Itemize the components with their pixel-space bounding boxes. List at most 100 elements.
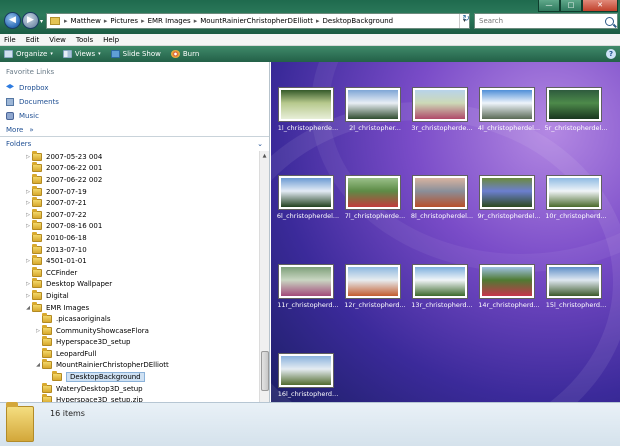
tree-item[interactable]: ◢ MountRainierChristopherDElliott [0, 359, 258, 372]
tree-scrollbar[interactable]: ▲ [259, 151, 269, 402]
tree-item[interactable]: ▷ 2007-07-19 [0, 185, 258, 198]
search-icon[interactable] [605, 16, 614, 26]
expand-arrow-icon[interactable]: ▷ [24, 281, 32, 287]
tree-item[interactable]: ◢ EMR Images [0, 301, 258, 314]
breadcrumb-separator[interactable]: ▸ [64, 17, 68, 25]
menu-view[interactable]: View [49, 36, 66, 44]
file-list-view: 1l_christopherde... 2l_christopher... 3r_c… [271, 62, 620, 402]
expand-arrow-icon[interactable]: ◢ [24, 305, 32, 311]
tree-item-label: 2010-06-18 [46, 233, 87, 242]
tree-item[interactable]: Hyperspace3D_setup.zip [0, 394, 258, 402]
menu-help[interactable]: Help [103, 36, 119, 44]
tree-item[interactable]: 2007-06-22 002 [0, 173, 258, 186]
tree-item-label: .picasaoriginals [56, 315, 111, 324]
slideshow-button[interactable]: Slide Show [110, 50, 161, 58]
minimize-button[interactable]: — [538, 0, 560, 12]
menu-file[interactable]: File [4, 36, 16, 44]
file-thumbnail[interactable]: 2l_christopher... [344, 88, 402, 132]
file-thumbnail[interactable]: 7l_christopherde... [344, 176, 405, 220]
more-links-button[interactable]: More » [6, 123, 269, 137]
favorite-music[interactable]: Music [6, 109, 269, 123]
forward-button[interactable]: ▶ [22, 12, 39, 29]
search-input[interactable] [479, 17, 599, 25]
folder-icon [52, 371, 62, 382]
file-thumbnail[interactable]: 4l_christopherdel... [478, 88, 540, 132]
tree-item[interactable]: LeopardFull [0, 347, 258, 360]
folder-icon [42, 382, 52, 393]
organize-button[interactable]: Organize ▾ [4, 50, 53, 58]
search-box[interactable] [474, 13, 618, 29]
refresh-icon[interactable]: ↻ [460, 14, 472, 28]
tree-item[interactable]: CCFinder [0, 266, 258, 279]
expand-arrow-icon[interactable]: ▷ [24, 293, 32, 299]
file-thumbnail[interactable]: 13r_christopherd... [411, 265, 473, 309]
command-bar: Organize ▾ Views ▾ Slide Show Burn ? [0, 46, 620, 62]
expand-arrow-icon[interactable]: ◢ [34, 362, 42, 368]
scroll-thumb[interactable] [261, 351, 269, 391]
tree-item[interactable]: WateryDesktop3D_setup [0, 382, 258, 395]
tree-item[interactable]: ▷ CommunityShowcaseFlora [0, 324, 258, 337]
file-thumbnail[interactable]: 1l_christopherde... [277, 88, 338, 132]
tree-item[interactable]: ▷ 2007-07-22 [0, 208, 258, 221]
expand-arrow-icon[interactable]: ▷ [24, 154, 32, 160]
file-thumbnail[interactable]: 3r_christopherde... [411, 88, 473, 132]
file-thumbnail[interactable]: 11r_christopherd... [277, 265, 339, 309]
file-thumbnail[interactable]: 8l_christopherdel... [411, 176, 473, 220]
file-thumbnail[interactable]: 9r_christopherdel... [477, 176, 541, 220]
views-button[interactable]: Views ▾ [62, 50, 101, 58]
folders-header[interactable]: Folders ⌄ [0, 136, 269, 150]
tree-item[interactable]: ▷ 2007-05-23 004 [0, 150, 258, 163]
expand-arrow-icon[interactable]: ▷ [24, 189, 32, 195]
recent-pages-dropdown[interactable]: ▾ [40, 18, 43, 25]
tree-item[interactable]: 2013-07-10 [0, 243, 258, 256]
file-thumbnail[interactable]: 12r_christopherd... [344, 265, 406, 309]
back-button[interactable]: ◀ [4, 12, 21, 29]
scroll-up-icon[interactable]: ▲ [260, 151, 269, 161]
maximize-button[interactable]: □ [560, 0, 582, 12]
expand-arrow-icon[interactable]: ▷ [34, 328, 42, 334]
favorite-label: Dropbox [19, 84, 49, 92]
tree-item[interactable]: 2007-06-22 001 [0, 162, 258, 175]
burn-button[interactable]: Burn [170, 50, 199, 58]
breadcrumb-separator[interactable]: ▸ [316, 17, 320, 25]
tree-item[interactable]: ▷ 4501-01-01 [0, 255, 258, 267]
tree-item[interactable]: Hyperspace3D_setup [0, 336, 258, 349]
file-thumbnail[interactable]: 16l_christopherd... [277, 354, 338, 398]
close-button[interactable]: ✕ [582, 0, 618, 12]
file-name: 5r_christopherdel... [544, 124, 608, 132]
breadcrumb-separator[interactable]: ▸ [104, 17, 108, 25]
tree-item[interactable]: .picasaoriginals [0, 313, 258, 325]
expand-arrow-icon[interactable]: ▷ [24, 223, 32, 229]
favorite-dropbox[interactable]: Dropbox [6, 81, 269, 95]
expand-arrow-icon[interactable]: ▷ [24, 212, 32, 218]
menu-edit[interactable]: Edit [26, 36, 40, 44]
file-thumbnail[interactable]: 15l_christopherd... [545, 265, 606, 309]
file-name: 1l_christopherde... [277, 124, 339, 132]
breadcrumb-desktopbackground[interactable]: DesktopBackground [323, 17, 394, 25]
tree-item[interactable]: ▷ Digital [0, 289, 258, 302]
expand-arrow-icon[interactable]: ▷ [24, 200, 32, 206]
tree-item[interactable]: DesktopBackground [0, 371, 258, 383]
file-thumbnail[interactable]: 14r_christopherd... [478, 265, 540, 309]
tree-item[interactable]: ▷ Desktop Wallpaper [0, 278, 258, 291]
breadcrumb-separator[interactable]: ▸ [194, 17, 198, 25]
details-pane: 16 items [0, 402, 620, 446]
help-icon[interactable]: ? [606, 49, 616, 59]
favorite-documents[interactable]: Documents [6, 95, 269, 109]
file-thumbnail[interactable]: 5r_christopherdel... [544, 88, 608, 132]
breadcrumb-pictures[interactable]: Pictures [110, 17, 138, 25]
file-thumbnail[interactable]: 6l_christopherdel... [277, 176, 339, 220]
file-thumbnail[interactable]: 10r_christopherd... [545, 176, 607, 220]
tree-item[interactable]: ▷ 2007-08-16 001 [0, 220, 258, 233]
expand-arrow-icon[interactable]: ▷ [24, 258, 32, 264]
tree-item[interactable]: 2010-06-18 [0, 231, 258, 244]
breadcrumb-matthew[interactable]: Matthew [71, 17, 101, 25]
tree-item[interactable]: ▷ 2007-07-21 [0, 197, 258, 209]
breadcrumb-separator[interactable]: ▸ [141, 17, 145, 25]
breadcrumb-mountrainier[interactable]: MountRainierChristopherDElliott [200, 17, 313, 25]
breadcrumb-emr-images[interactable]: EMR Images [148, 17, 191, 25]
image-preview [480, 88, 534, 121]
menu-tools[interactable]: Tools [76, 36, 93, 44]
favorite-links-header: Favorite Links [6, 68, 55, 76]
address-bar[interactable]: ▸ Matthew ▸ Pictures ▸ EMR Images ▸ Moun… [46, 13, 470, 29]
